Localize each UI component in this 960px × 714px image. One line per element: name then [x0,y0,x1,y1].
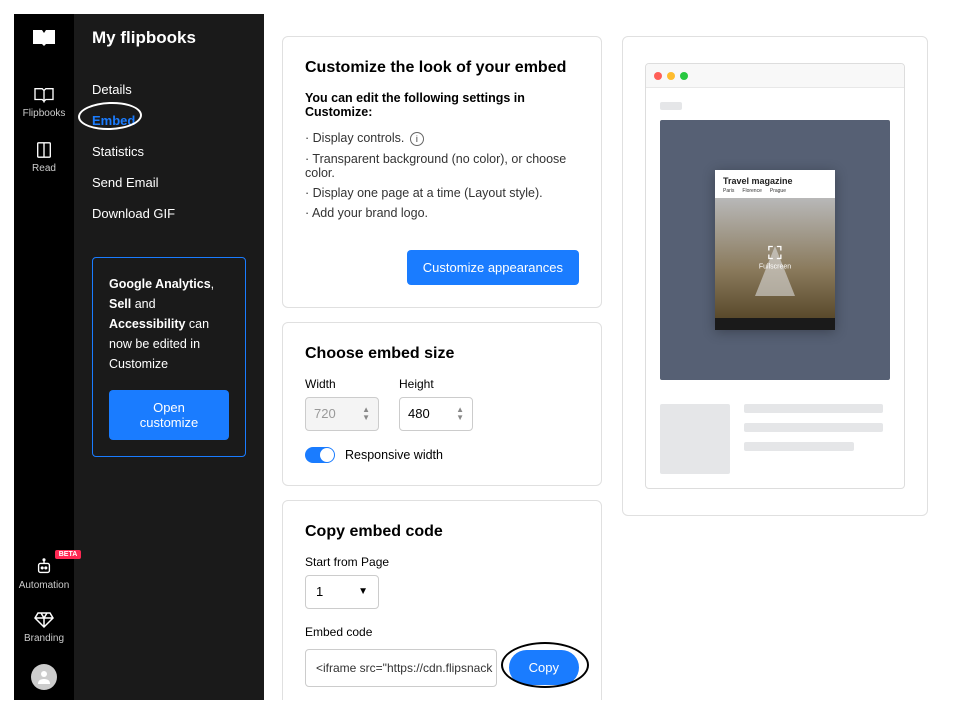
start-page-select[interactable]: 1 ▼ [305,575,379,609]
rail-branding[interactable]: Branding [24,611,64,644]
browser-mockup: Travel magazine Paris Florence Prague [645,63,905,489]
embed-code-label: Embed code [305,625,372,639]
open-customize-button[interactable]: Open customize [109,390,229,440]
robot-icon [33,558,55,576]
fullscreen-icon [768,246,782,260]
responsive-toggle[interactable] [305,447,335,463]
toggle-label: Responsive width [345,448,443,462]
size-title: Choose embed size [305,345,579,363]
size-card: Choose embed size Width 720 ▲▼ Height 48… [282,322,602,486]
sidebar-item-embed[interactable]: Embed [92,105,246,136]
book-icon [33,86,55,104]
copy-button[interactable]: Copy [509,650,579,685]
customize-appearances-button[interactable]: Customize appearances [407,250,579,285]
rail-automation[interactable]: BETA Automation [19,558,70,591]
window-max-icon [680,72,688,80]
stepper-icon: ▲▼ [362,406,370,422]
preview-card: Travel magazine Paris Florence Prague [622,36,928,516]
window-close-icon [654,72,662,80]
rail-flipbooks[interactable]: Flipbooks [23,86,66,119]
rail-read[interactable]: Read [32,141,56,174]
fullscreen-overlay: Fullscreen [759,246,791,271]
embed-card: Copy embed code Start from Page 1 ▼ Embe… [282,500,602,700]
start-page-label: Start from Page [305,555,579,569]
read-icon [33,141,55,159]
skeleton-line [744,423,883,432]
sidebar-item-statistics[interactable]: Statistics [92,136,246,167]
customize-sub: You can edit the following settings in C… [305,91,579,119]
nav-rail: Flipbooks Read BETA Automation Branding [14,14,74,700]
height-input[interactable]: 480 ▲▼ [399,397,473,431]
info-card: Google Analytics, Sell and Accessibility… [92,257,246,457]
sidebar: My flipbooks Details Embed Statistics Se… [74,14,264,700]
diamond-icon [33,611,55,629]
skeleton-line [744,442,854,451]
person-icon [36,669,52,685]
chevron-down-icon: ▼ [358,586,368,597]
embed-code-input[interactable]: <iframe src="https://cdn.flipsnack [305,649,497,687]
stepper-icon: ▲▼ [456,406,464,422]
beta-badge: BETA [55,550,82,559]
customize-title: Customize the look of your embed [305,59,579,77]
embed-title: Copy embed code [305,523,579,541]
skeleton-line [660,102,682,110]
width-input[interactable]: 720 ▲▼ [305,397,379,431]
window-min-icon [667,72,675,80]
width-label: Width [305,377,379,391]
customize-card: Customize the look of your embed You can… [282,36,602,308]
sidebar-item-details[interactable]: Details [92,74,246,105]
skeleton-line [744,404,883,413]
skeleton-square [660,404,730,474]
content: Customize the look of your embed You can… [264,14,946,700]
avatar[interactable] [31,664,57,690]
magazine-cover: Travel magazine Paris Florence Prague [715,170,835,330]
logo-icon [31,28,57,48]
sidebar-title: My flipbooks [92,28,246,48]
info-icon[interactable]: i [410,132,424,146]
embed-preview: Travel magazine Paris Florence Prague [660,120,890,380]
sidebar-item-download-gif[interactable]: Download GIF [92,198,246,229]
sidebar-item-send-email[interactable]: Send Email [92,167,246,198]
height-label: Height [399,377,473,391]
